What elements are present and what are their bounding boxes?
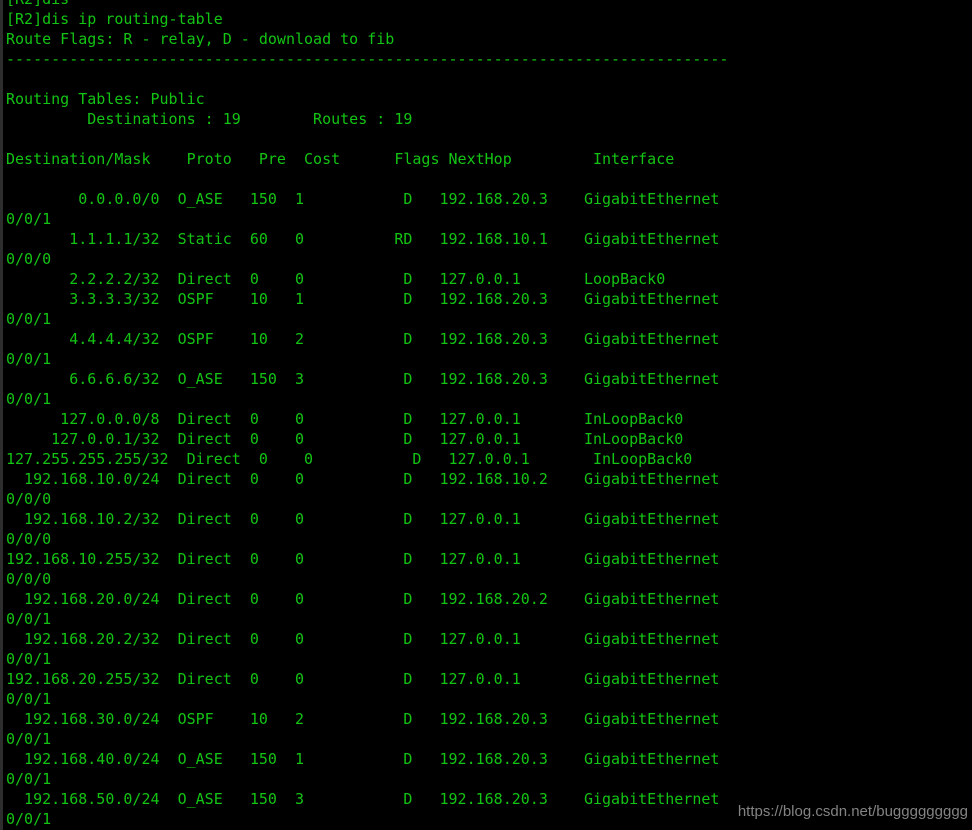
routing-table-row: 1.1.1.1/32 Static 60 0 RD 192.168.10.1 G… xyxy=(6,230,720,248)
routing-table-row: 192.168.30.0/24 OSPF 10 2 D 192.168.20.3… xyxy=(6,710,720,728)
terminal-screen[interactable]: [R2]dis[R2]dis ip routing-table Route Fla… xyxy=(0,0,972,830)
routing-table-row-wrap: 0/0/1 xyxy=(6,310,52,328)
terminal-counts-line: Destinations : 19 Routes : 19 xyxy=(6,110,413,128)
routing-table-row: 0.0.0.0/0 O_ASE 150 1 D 192.168.20.3 Gig… xyxy=(6,190,720,208)
terminal-output[interactable]: [R2]dis[R2]dis ip routing-table Route Fla… xyxy=(3,0,972,830)
terminal-separator-rule: ----------------------------------------… xyxy=(6,50,729,68)
routing-table-row-wrap: 0/0/1 xyxy=(6,810,52,828)
routing-table-row: 2.2.2.2/32 Direct 0 0 D 127.0.0.1 LoopBa… xyxy=(6,270,666,288)
routing-table-row-wrap: 0/0/0 xyxy=(6,250,52,268)
routing-table-row-wrap: 0/0/1 xyxy=(6,390,52,408)
routing-table-row-wrap: 0/0/1 xyxy=(6,730,52,748)
routing-table-row: 3.3.3.3/32 OSPF 10 1 D 192.168.20.3 Giga… xyxy=(6,290,720,308)
routing-table-row: 192.168.20.0/24 Direct 0 0 D 192.168.20.… xyxy=(6,590,720,608)
routing-table-row: 192.168.10.0/24 Direct 0 0 D 192.168.10.… xyxy=(6,470,720,488)
routing-table-row: 127.0.0.1/32 Direct 0 0 D 127.0.0.1 InLo… xyxy=(6,430,684,448)
routing-table-row-wrap: 0/0/1 xyxy=(6,350,52,368)
routing-table-row: 6.6.6.6/32 O_ASE 150 3 D 192.168.20.3 Gi… xyxy=(6,370,720,388)
routing-table-row-wrap: 0/0/0 xyxy=(6,530,52,548)
routing-table-row: 192.168.10.2/32 Direct 0 0 D 127.0.0.1 G… xyxy=(6,510,720,528)
routing-table-row: 192.168.50.0/24 O_ASE 150 3 D 192.168.20… xyxy=(6,790,720,808)
terminal-routing-tables-line: Routing Tables: Public xyxy=(6,90,205,108)
routing-table-row-wrap: 0/0/0 xyxy=(6,490,52,508)
routing-table-row-wrap: 0/0/1 xyxy=(6,650,52,668)
routing-table-row-wrap: 0/0/1 xyxy=(6,610,52,628)
routing-table-row-wrap: 0/0/1 xyxy=(6,770,52,788)
routing-table-row: 127.255.255.255/32 Direct 0 0 D 127.0.0.… xyxy=(6,450,693,468)
terminal-line-prompt-partial: [R2]dis xyxy=(6,0,972,9)
routing-table-header: Destination/Mask Proto Pre Cost Flags Ne… xyxy=(6,150,675,168)
routing-table-row: 192.168.20.255/32 Direct 0 0 D 127.0.0.1… xyxy=(6,670,720,688)
routing-table-row-wrap: 0/0/1 xyxy=(6,690,52,708)
routing-table-row: 192.168.40.0/24 O_ASE 150 1 D 192.168.20… xyxy=(6,750,720,768)
routing-table-row: 127.0.0.0/8 Direct 0 0 D 127.0.0.1 InLoo… xyxy=(6,410,684,428)
routing-table-row: 4.4.4.4/32 OSPF 10 2 D 192.168.20.3 Giga… xyxy=(6,330,720,348)
routing-table-row-wrap: 0/0/1 xyxy=(6,210,52,228)
routing-table-row: 192.168.20.2/32 Direct 0 0 D 127.0.0.1 G… xyxy=(6,630,720,648)
terminal-route-flags-line: Route Flags: R - relay, D - download to … xyxy=(6,30,395,48)
routing-table-row: 192.168.10.255/32 Direct 0 0 D 127.0.0.1… xyxy=(6,550,720,568)
routing-table-row-wrap: 0/0/0 xyxy=(6,570,52,588)
terminal-command-line: [R2]dis ip routing-table xyxy=(6,10,223,28)
